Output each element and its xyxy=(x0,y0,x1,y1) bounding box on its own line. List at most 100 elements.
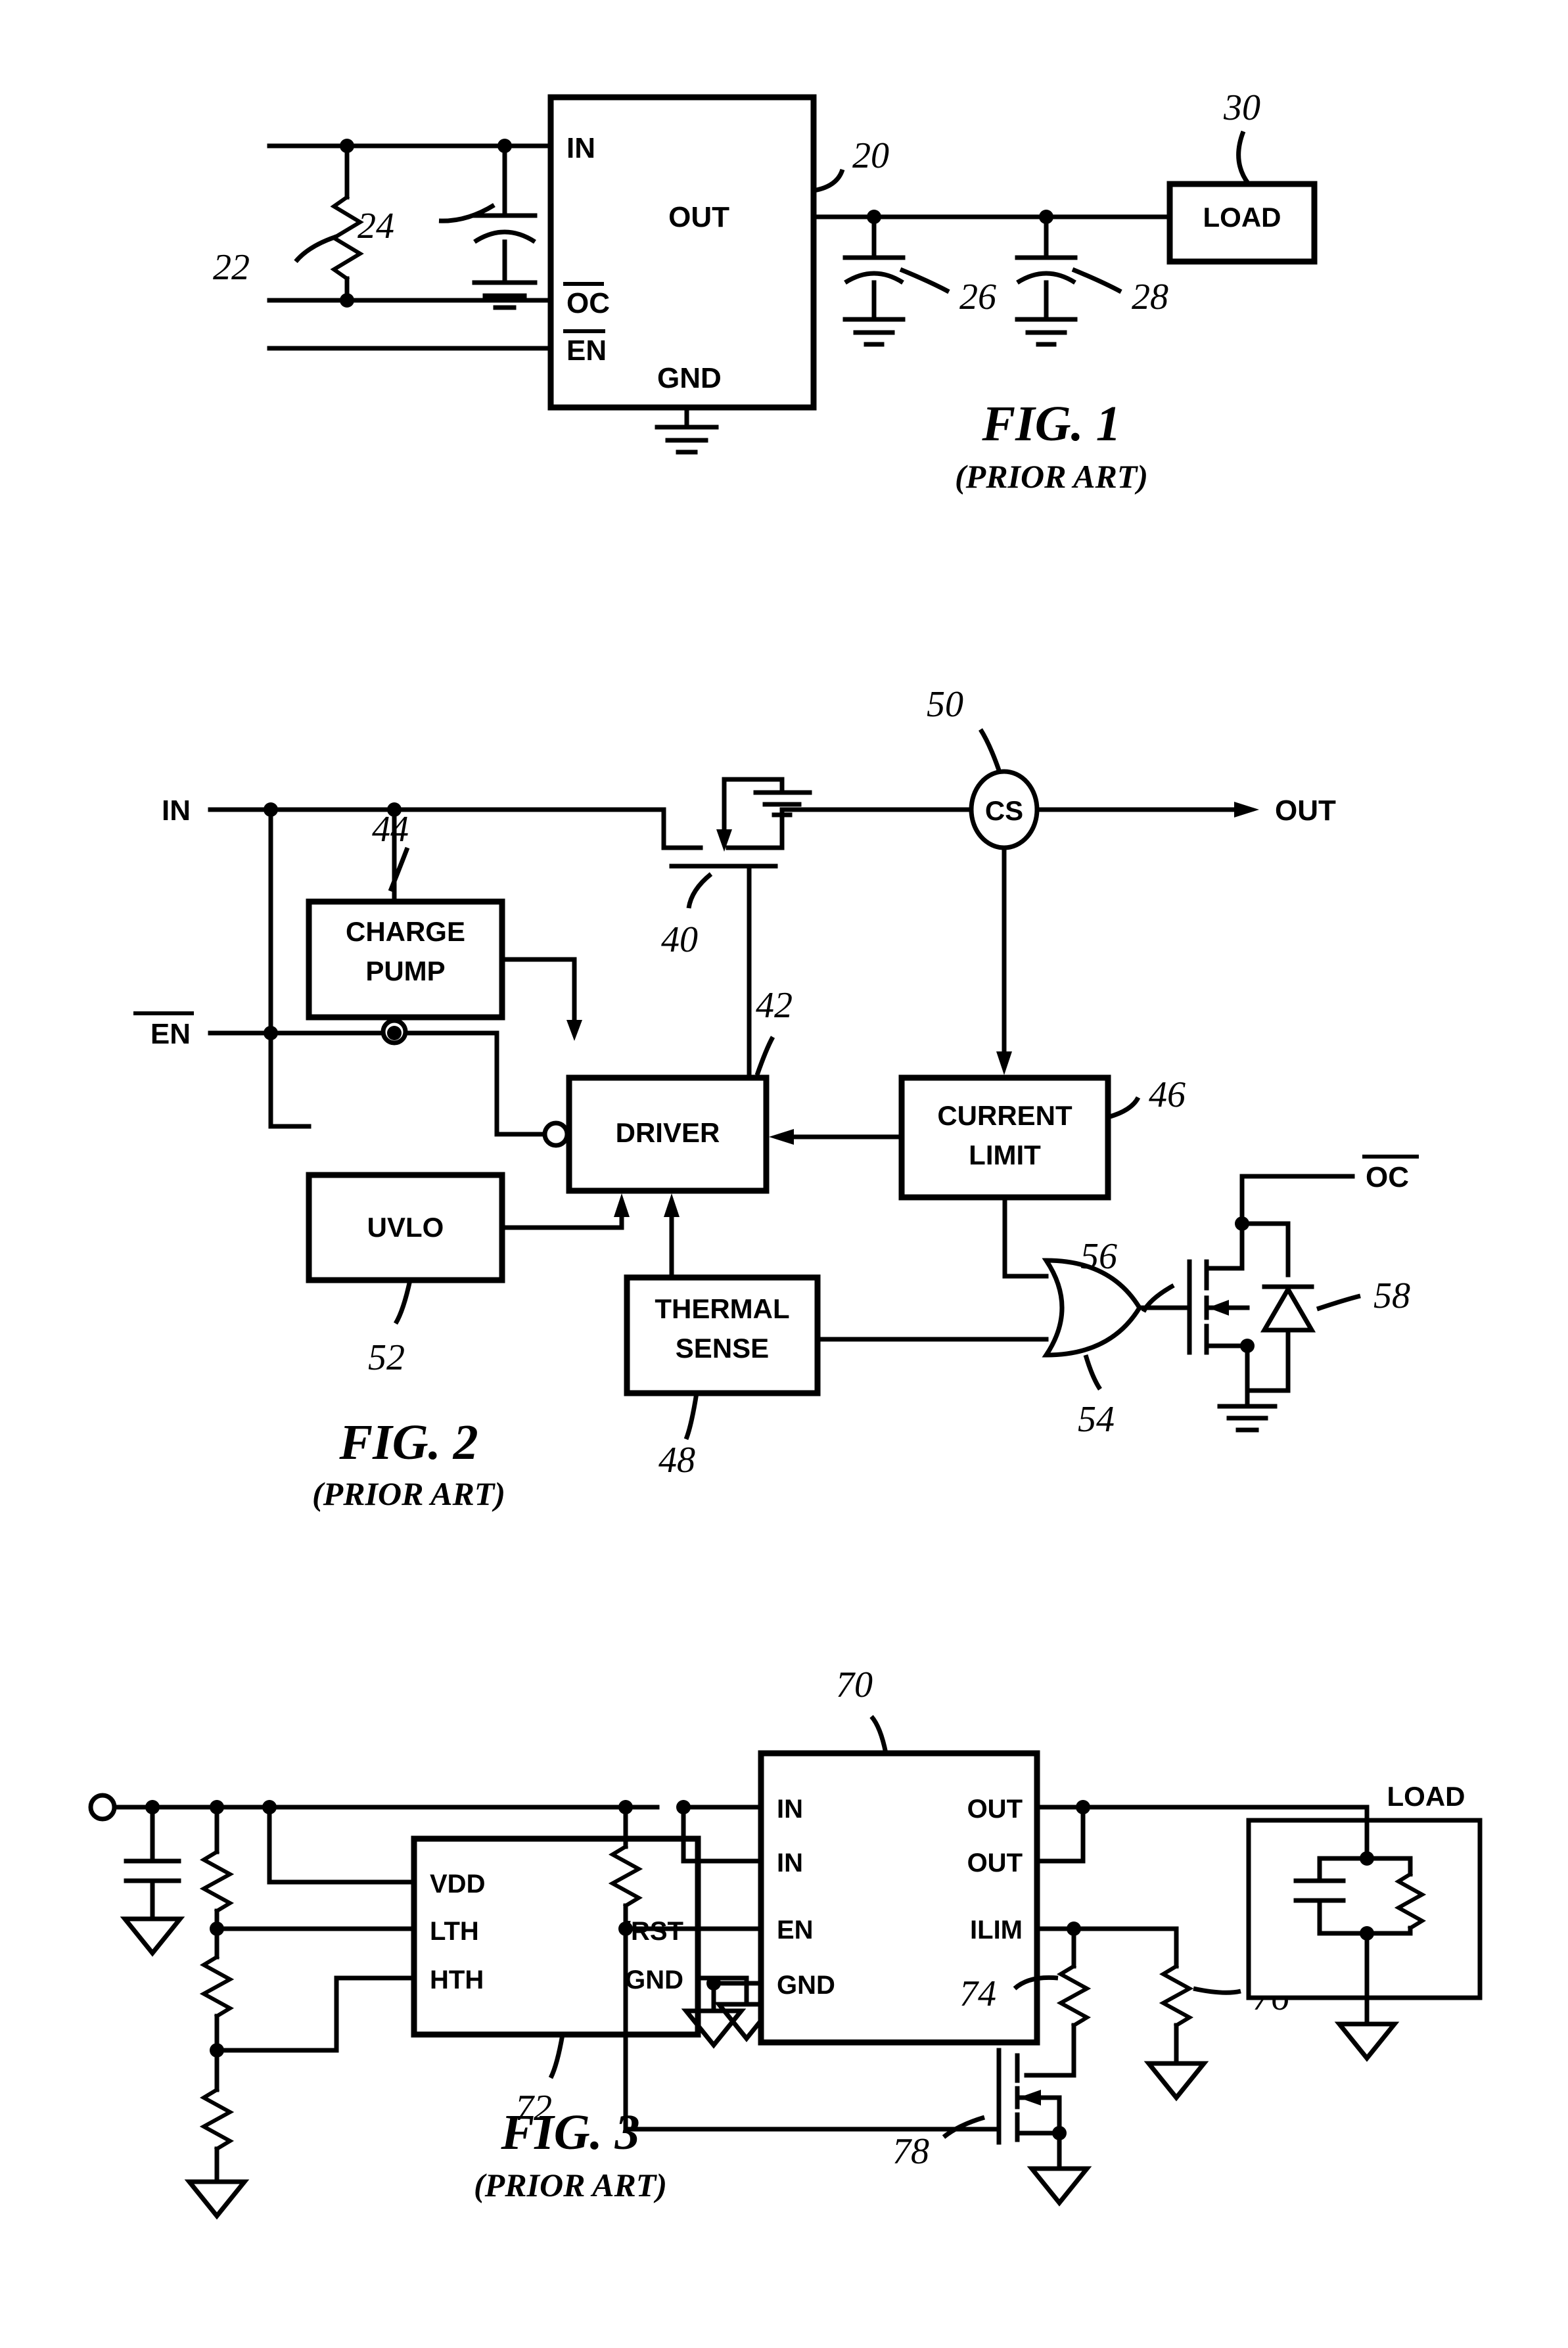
gnd-triangle xyxy=(1334,2021,1400,2062)
resistor-div-r2 xyxy=(199,1954,235,2019)
ref-num-30: 30 xyxy=(1223,87,1260,128)
ref-num-52: 52 xyxy=(368,1337,405,1378)
ic-70-pin-in2: IN xyxy=(777,1849,803,1877)
ref-num-44: 44 xyxy=(372,809,409,850)
wire-oc-out xyxy=(1239,1174,1355,1225)
resistor-div-r3 xyxy=(199,2086,235,2152)
ref-num-24: 24 xyxy=(357,206,394,246)
fig2-port-out-label: OUT xyxy=(1275,794,1336,827)
fet56-bulk-arrow xyxy=(1208,1300,1229,1316)
leader-26 xyxy=(899,267,950,294)
leader-46 xyxy=(1107,1096,1141,1120)
inversion-bubble xyxy=(542,1120,570,1148)
load-block-body xyxy=(1246,1818,1483,2000)
current-limit-46-body xyxy=(898,1074,1111,1201)
ref-num-22: 22 xyxy=(213,247,250,288)
ref-num-46: 46 xyxy=(1149,1074,1186,1115)
fet78-bulk-arrow xyxy=(1019,2090,1041,2106)
leader-20 xyxy=(813,168,845,193)
junction-dot xyxy=(1240,1339,1255,1353)
ref-num-26: 26 xyxy=(959,277,996,317)
resistor-div-r1 xyxy=(199,1849,235,1914)
leader-24 xyxy=(438,203,496,223)
ic-72-pin-rst: /RST xyxy=(624,1917,683,1946)
figure-3-caption: FIG. 3 xyxy=(500,2105,639,2160)
ref-num-50: 50 xyxy=(927,684,963,725)
junction-dot xyxy=(340,293,354,308)
arrowhead-into-current-limit xyxy=(996,1051,1012,1075)
ic-70-pin-gnd: GND xyxy=(777,1971,835,2000)
arrowhead-into-driver-bottom-right xyxy=(664,1193,680,1217)
ref-num-40: 40 xyxy=(661,919,698,960)
ic-70-pin-en: EN xyxy=(777,1916,814,1945)
figure-1-caption: FIG. 1 xyxy=(981,396,1120,451)
ref-num-42: 42 xyxy=(756,985,793,1026)
wire-vdd-feed xyxy=(267,1805,417,1885)
fig2-port-oc-label: OC xyxy=(1366,1161,1409,1193)
ref-num-58: 58 xyxy=(1373,1276,1410,1316)
input-terminal-node xyxy=(88,1793,117,1822)
leader-48 xyxy=(683,1393,699,1440)
arrowhead-into-driver xyxy=(566,1020,582,1041)
load-label: LOAD xyxy=(1387,1781,1465,1812)
junction-dot xyxy=(706,1976,721,1991)
gnd-triangle xyxy=(120,1916,185,1957)
leader-54 xyxy=(1083,1354,1102,1391)
ic-20-pin-oc: OC xyxy=(566,287,610,319)
charge-pump-label-line1: CHARGE xyxy=(346,916,465,947)
leader-30 xyxy=(1236,130,1251,186)
gnd-triangle xyxy=(1026,2166,1092,2207)
ic-70-pin-in1: IN xyxy=(777,1795,803,1824)
leader-28 xyxy=(1071,267,1122,294)
ref-num-74: 74 xyxy=(959,1973,996,2014)
thermal-sense-label-line2: SENSE xyxy=(676,1333,769,1364)
figure-3-subcaption: (PRIOR ART) xyxy=(474,2167,667,2203)
ic-70-pin-ilim: ILIM xyxy=(970,1916,1023,1945)
wire-hth-tap xyxy=(214,1975,417,2053)
leader-70 xyxy=(869,1715,888,1754)
junction-dot xyxy=(387,1026,402,1040)
leader-22 xyxy=(294,234,338,264)
arrowhead-out xyxy=(1234,802,1259,817)
figure-2-subcaption: (PRIOR ART) xyxy=(312,1475,505,1512)
leader-42 xyxy=(754,1036,775,1076)
ref-num-48: 48 xyxy=(658,1440,695,1481)
ic-20-pin-out: OUT xyxy=(668,201,729,233)
leader-50 xyxy=(979,728,1002,771)
charge-pump-label-line2: PUMP xyxy=(365,955,445,986)
wire-cp-out-to-driver xyxy=(499,957,577,1008)
ref-num-54: 54 xyxy=(1078,1399,1115,1440)
uvlo-label: UVLO xyxy=(367,1212,444,1243)
ic-72-pin-gnd: GND xyxy=(625,1966,683,1994)
ic-70-pin-out1: OUT xyxy=(967,1795,1023,1824)
wire-uvlo-to-driver xyxy=(499,1214,624,1230)
current-limit-label-line1: CURRENT xyxy=(937,1100,1072,1131)
ic-72-pin-hth: HTH xyxy=(430,1966,484,1994)
leader-40 xyxy=(686,872,713,909)
leader-76 xyxy=(1193,1986,1241,1995)
cs-label: CS xyxy=(985,795,1023,826)
leader-58 xyxy=(1316,1293,1361,1312)
gnd-triangle xyxy=(1143,2061,1209,2102)
ref-num-56: 56 xyxy=(1080,1236,1117,1277)
arrowhead-into-driver-right xyxy=(769,1129,794,1145)
figure-3: VDD LTH HTH /RST GND 72 IN IN EN GND OUT… xyxy=(88,1665,1483,2220)
junction-dot xyxy=(340,139,354,153)
wire-to-uvlo-input xyxy=(268,1030,311,1129)
driver-label: DRIVER xyxy=(616,1117,720,1148)
ic-72-pin-lth: LTH xyxy=(430,1917,479,1946)
ref-num-70: 70 xyxy=(836,1665,873,1705)
junction-dot xyxy=(497,139,512,153)
figure-2-caption: FIG. 2 xyxy=(338,1415,478,1470)
wire-cl-to-or-input1 xyxy=(1002,1195,1049,1279)
diode-58-triangle xyxy=(1260,1285,1316,1333)
wire-out2 xyxy=(1034,1805,1086,1864)
arrowhead-into-driver-bottom-left xyxy=(614,1193,630,1217)
gnd-triangle xyxy=(184,2179,250,2220)
patent-drawing-sheet: IN OC EN OUT GND LOAD 20 30 22 24 26 28 … xyxy=(0,0,1568,2348)
current-limit-label-line2: LIMIT xyxy=(969,1139,1041,1170)
ic-20-pin-en: EN xyxy=(566,334,607,367)
fig2-port-en-label: EN xyxy=(150,1018,191,1050)
ic-70-pin-out2: OUT xyxy=(967,1849,1023,1877)
wire-en-to-driver xyxy=(494,1030,547,1137)
